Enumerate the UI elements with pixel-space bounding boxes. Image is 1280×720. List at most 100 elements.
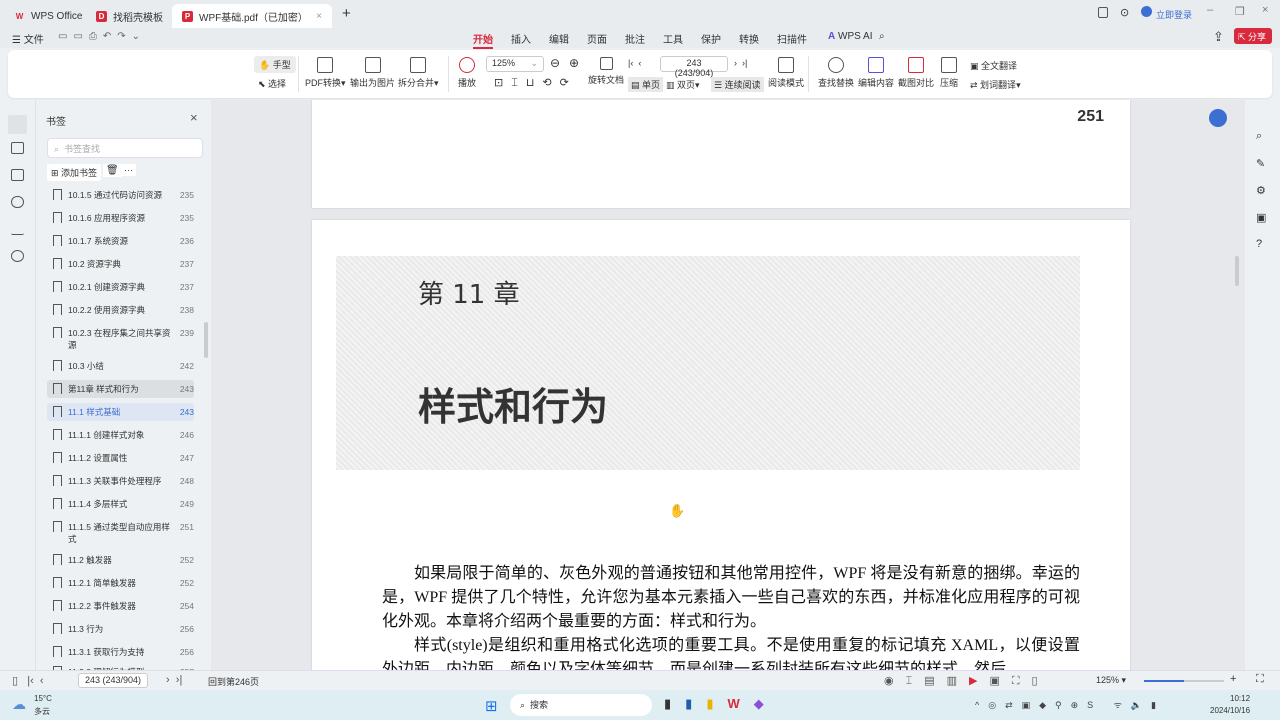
comment-icon[interactable] <box>11 169 24 181</box>
bookmark-item[interactable]: 11.1.4 多层样式 249 <box>47 495 194 513</box>
pdf-convert-button[interactable]: PDF转换▾ <box>305 57 346 89</box>
menu-protect[interactable]: 保护 <box>701 31 721 46</box>
new-tab-button[interactable]: + <box>342 5 351 22</box>
next-page-icon[interactable]: › ›| <box>166 674 182 686</box>
menu-page[interactable]: 页面 <box>587 31 607 46</box>
hand-tool-button[interactable]: ✋ 手型 <box>254 56 296 73</box>
skin-icon[interactable]: ⊙ <box>1120 6 1129 19</box>
word-translate-button[interactable]: ⇄ 划词翻译▾ <box>970 78 1021 91</box>
status-page-input[interactable]: 243 (243/904) <box>78 673 148 688</box>
bookmark-item[interactable]: 11.1.5 通过类型自动应用样式 251 <box>47 518 194 548</box>
taskbar-apps[interactable]: ▮▮▮W◆ <box>664 696 778 712</box>
bookmark-item[interactable]: 10.1.5 通过代码访问资源 235 <box>47 186 194 204</box>
bookmark-item[interactable]: 10.2 资源字典 237 <box>47 255 194 273</box>
view-mode-icons[interactable]: ◉⌶▤▥▶▣⛶▯ <box>884 674 1050 688</box>
screenshot-compare-button[interactable]: 截图对比 <box>898 57 934 89</box>
system-tray-icons[interactable]: ^◎⇄▣◆⚲⊕S ᯤ🔈▮ <box>975 698 1165 711</box>
first-page-icon[interactable]: |‹ ‹ <box>628 58 641 68</box>
zoom-out-icon[interactable]: ⊖ <box>550 56 560 70</box>
upload-icon[interactable]: ⇪ <box>1213 29 1224 45</box>
attachment-icon[interactable] <box>11 196 24 208</box>
thumbnail-icon[interactable] <box>11 142 24 154</box>
bookmark-item[interactable]: 10.2.1 创建资源字典 237 <box>47 278 194 296</box>
split-merge-button[interactable]: 拆分合并▾ <box>398 57 439 89</box>
bookmark-item[interactable]: 10.2.3 在程序集之间共享资源 239 <box>47 324 194 354</box>
restore-button[interactable]: ❐ <box>1235 5 1245 18</box>
page-fit-icons[interactable]: ⊡⌶⊔⟲⟳ <box>494 76 577 90</box>
edit-content-button[interactable]: 编辑内容 <box>858 57 894 89</box>
read-mode-button[interactable]: 阅读模式 <box>768 57 804 89</box>
signature-icon[interactable] <box>11 223 24 235</box>
search-icon[interactable]: ⌕ <box>1256 130 1262 143</box>
compress-button[interactable]: 压缩 <box>940 57 958 89</box>
back-to-page-link[interactable]: 回到第246页 <box>208 675 259 688</box>
menu-scan[interactable]: 扫描件 <box>777 31 807 46</box>
bookmark-item[interactable]: 11.3 行为 256 <box>47 620 194 638</box>
tab-pdf[interactable]: P WPF基础.pdf（已加密） × <box>172 4 332 28</box>
bookmark-search-input[interactable]: ⌕ 书签查找 <box>47 138 203 158</box>
start-icon[interactable]: ⊞ <box>485 697 498 715</box>
menu-edit[interactable]: 编辑 <box>549 31 569 46</box>
bookmark-item[interactable]: 11.3.1 获取行为支持 256 <box>47 643 194 661</box>
bookmark-item[interactable]: 10.1.7 系统资源 236 <box>47 232 194 250</box>
bookmark-item[interactable]: 11.1.1 创建样式对象 246 <box>47 426 194 444</box>
add-bookmark-button[interactable]: ⊞ 添加书签 <box>47 164 102 181</box>
file-menu[interactable]: ☰ 文件 <box>12 31 44 46</box>
share-button[interactable]: ⇱ 分享 <box>1234 28 1272 44</box>
menu-start[interactable]: 开始 <box>473 31 493 49</box>
menu-insert[interactable]: 插入 <box>511 31 531 46</box>
bookmark-panel-icon[interactable] <box>8 115 27 134</box>
delete-bookmark-icon[interactable]: 🗑 <box>103 164 122 177</box>
play-button[interactable]: 播放 <box>458 57 476 89</box>
bookmark-item[interactable]: 10.3 小结 242 <box>47 357 194 375</box>
zoom-dropdown[interactable]: 125% ▾ <box>1096 675 1126 686</box>
menu-convert[interactable]: 转换 <box>739 31 759 46</box>
help-icon[interactable]: ? <box>1256 238 1262 250</box>
window-layout-icon[interactable] <box>1098 7 1108 18</box>
close-panel-icon[interactable]: × <box>190 110 198 125</box>
full-translate-button[interactable]: ▣ 全文翻译 <box>970 59 1017 72</box>
find-replace-button[interactable]: 查找替换 <box>818 57 854 89</box>
continuous-button[interactable]: ☰ 连续阅读 <box>711 77 764 92</box>
zoom-in-icon[interactable]: ⊕ <box>569 56 579 70</box>
bookmark-item[interactable]: 11.1.2 设置属性 247 <box>47 449 194 467</box>
menu-comment[interactable]: 批注 <box>625 31 645 46</box>
more-button[interactable]: ··· <box>121 164 136 176</box>
zoom-select[interactable]: 125% ⌄ <box>486 56 544 72</box>
sidebar-scrollbar[interactable] <box>204 322 208 358</box>
bookmark-item[interactable]: 11.1.3 关联事件处理程序 248 <box>47 472 194 490</box>
next-page-icon[interactable]: › ›| <box>734 58 747 68</box>
select-tool-button[interactable]: ⬉ 选择 <box>258 77 286 90</box>
bookmark-item[interactable]: 10.1.6 应用程序资源 235 <box>47 209 194 227</box>
bookmark-item[interactable]: 11.2.1 简单触发器 252 <box>47 574 194 592</box>
bookmark-item[interactable]: 10.2.2 使用资源字典 238 <box>47 301 194 319</box>
export-image-button[interactable]: 输出为图片 <box>350 57 395 89</box>
fullscreen-icon[interactable]: ⛶ <box>1256 673 1264 686</box>
tab-wps-office[interactable]: W WPS Office <box>4 4 93 28</box>
tab-template[interactable]: D 找稻壳模板 <box>86 4 173 28</box>
rotate-button[interactable]: 旋转文档 <box>588 57 624 86</box>
taskbar-search[interactable]: ⌕ 搜索 <box>510 694 652 716</box>
bookmark-item[interactable]: 第11章 样式和行为 243 <box>47 380 194 398</box>
document-scrollbar[interactable] <box>1235 256 1239 286</box>
login-link[interactable]: 立即登录 <box>1156 8 1192 21</box>
settings-icon[interactable]: ⚙ <box>1256 184 1266 197</box>
zoom-slider[interactable] <box>1144 680 1224 682</box>
wps-ai-button[interactable]: A WPS AI <box>828 31 872 42</box>
close-window-button[interactable]: × <box>1262 4 1268 16</box>
minimize-button[interactable]: – <box>1207 4 1213 16</box>
bookmark-item[interactable]: 11.2.2 事件触发器 254 <box>47 597 194 615</box>
page-number-input[interactable]: 243 (243/904) <box>660 56 728 78</box>
single-page-button[interactable]: ▤ 单页 <box>628 77 664 92</box>
bookmark-item[interactable]: 11.1 样式基础 243 <box>47 403 194 421</box>
assistant-icon[interactable] <box>1209 109 1227 127</box>
search-icon[interactable]: ⌕ <box>879 31 885 42</box>
close-tab-icon[interactable]: × <box>316 11 322 22</box>
bookmark-item[interactable]: 11.2 触发器 252 <box>47 551 194 569</box>
tool-icon[interactable]: ✎ <box>1256 157 1265 170</box>
menu-tools[interactable]: 工具 <box>663 31 683 46</box>
quick-access-toolbar[interactable]: ▭▭⎙↶↷⌄ <box>58 31 146 42</box>
panel-toggle-icon[interactable]: ▯ |‹ ‹ <box>12 674 44 687</box>
translate-icon[interactable]: ▣ <box>1256 211 1266 224</box>
zoom-in-icon[interactable]: + <box>1230 673 1236 685</box>
